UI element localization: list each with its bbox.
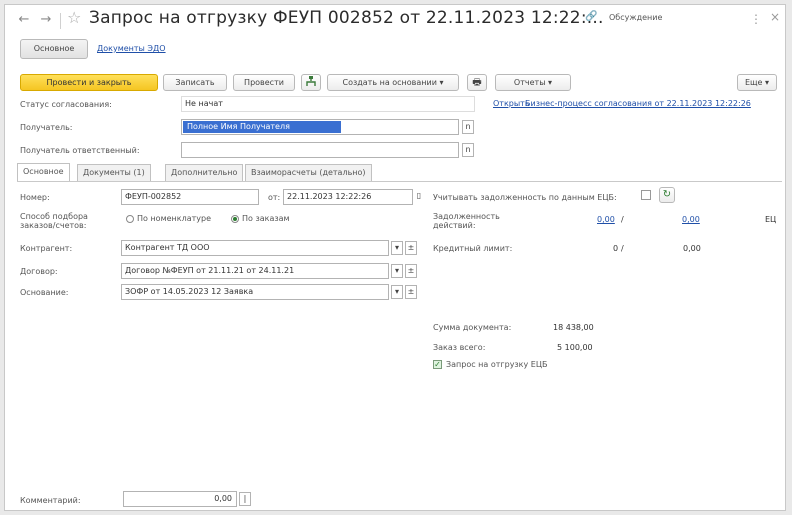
print-icon[interactable]: 🖶	[467, 74, 487, 91]
radio-by-nomenclature-label: По номенклатуре	[137, 214, 212, 223]
more-actions-button[interactable]: Еще ▾	[737, 74, 777, 91]
document-total-label: Сумма документа:	[433, 323, 512, 332]
basis-open-button[interactable]: ±	[405, 285, 417, 299]
arrow-right-icon: →	[40, 12, 52, 27]
create-based-on-button[interactable]: Создать на основании ▾	[327, 74, 459, 91]
radio-by-orders[interactable]	[231, 215, 239, 223]
tab-edo-documents[interactable]: Документы ЭДО	[97, 44, 166, 53]
status-value: Не начат	[181, 96, 475, 112]
link-icon[interactable]: 🔗	[585, 11, 597, 22]
contract-label: Договор:	[20, 267, 58, 276]
date-field[interactable]: 22.11.2023 12:22:26	[283, 189, 413, 205]
responsible-label: Получатель ответственный:	[20, 146, 140, 155]
radio-by-nomenclature[interactable]	[126, 215, 134, 223]
debt-label: Задолженность	[433, 212, 500, 221]
recipient-value: Полное Имя Получателя	[183, 121, 341, 133]
debt-label-2: действий:	[433, 221, 476, 230]
hierarchy-icon	[306, 76, 316, 86]
recipient-field[interactable]: Полное Имя Получателя	[181, 119, 459, 135]
approval-process-link[interactable]: Бизнес-процесс согласования от 22.11.202…	[525, 99, 780, 108]
request-checkbox[interactable]: ✓	[433, 360, 442, 369]
consider-debt-checkbox[interactable]	[641, 190, 651, 200]
contractor-open-button[interactable]: ±	[405, 241, 417, 255]
basis-field[interactable]: ЗОФР от 14.05.2023 12 Заявка	[121, 284, 389, 300]
credit-limit-value-1: 0	[613, 244, 619, 253]
tab-additional[interactable]: Дополнительно	[165, 164, 244, 181]
debt-value-2[interactable]: 0,00	[682, 215, 700, 224]
post-button[interactable]: Провести	[233, 74, 295, 91]
credit-limit-separator: /	[621, 244, 624, 253]
tab-settlements[interactable]: Взаиморасчеты (детально)	[245, 164, 372, 181]
tab-documents[interactable]: Документы (1)	[77, 164, 151, 181]
more-menu-icon[interactable]: ⋮	[750, 12, 762, 26]
method-label-2: заказов/счетов:	[20, 221, 87, 230]
contractor-field[interactable]: Контрагент ТД ООО	[121, 240, 389, 256]
credit-limit-value-2: 0,00	[683, 244, 701, 253]
close-icon[interactable]: ×	[770, 10, 780, 24]
arrow-left-icon: ←	[18, 12, 30, 27]
responsible-open-button[interactable]: n	[462, 143, 474, 157]
number-label: Номер:	[20, 193, 50, 202]
document-window: ← → ☆ Запрос на отгрузку ФЕУП 002852 от …	[4, 4, 786, 511]
debt-value-1[interactable]: 0,00	[597, 215, 615, 224]
save-button[interactable]: Записать	[163, 74, 227, 91]
contract-dropdown-button[interactable]: ▾	[391, 264, 403, 278]
order-total-label: Заказ всего:	[433, 343, 486, 352]
document-total-value: 18 438,00	[553, 323, 594, 332]
basis-label: Основание:	[20, 288, 69, 297]
consider-debt-label: Учитывать задолженность по данным ЕЦБ:	[433, 193, 617, 202]
request-checkbox-label: Запрос на отгрузку ЕЦБ	[446, 360, 548, 369]
tab-main-page[interactable]: Основное	[17, 163, 70, 181]
basis-dropdown-button[interactable]: ▾	[391, 285, 403, 299]
method-label: Способ подбора	[20, 212, 88, 221]
back-button[interactable]: ←	[13, 11, 35, 29]
refresh-icon[interactable]: ↻	[659, 187, 675, 203]
discussions-button[interactable]: Обсуждение	[609, 13, 662, 22]
status-label: Статус согласования:	[20, 100, 112, 109]
contract-open-button[interactable]: ±	[405, 264, 417, 278]
radio-by-orders-label: По заказам	[242, 214, 290, 223]
structure-button[interactable]	[301, 74, 321, 91]
comment-field[interactable]: 0,00	[123, 491, 237, 507]
contractor-label: Контрагент:	[20, 244, 73, 253]
reports-button[interactable]: Отчеты ▾	[495, 74, 571, 91]
number-field[interactable]: ФЕУП-002852	[121, 189, 259, 205]
comment-label: Комментарий:	[20, 496, 81, 505]
order-total-value: 5 100,00	[557, 343, 593, 352]
contractor-dropdown-button[interactable]: ▾	[391, 241, 403, 255]
contract-field[interactable]: Договор №ФЕУП от 21.11.21 от 24.11.21	[121, 263, 389, 279]
favorite-star-icon[interactable]: ☆	[67, 8, 81, 27]
tab-divider	[17, 181, 782, 182]
responsible-field[interactable]	[181, 142, 459, 158]
credit-limit-label: Кредитный лимит:	[433, 244, 513, 253]
calendar-icon[interactable]: ▯	[413, 190, 425, 204]
tabs-bar: Основное Документы (1) Дополнительно Вза…	[17, 163, 782, 181]
debt-separator: /	[621, 215, 624, 224]
comment-edit-button[interactable]: |	[239, 492, 251, 506]
debt-currency: ЕЦ	[765, 215, 777, 224]
date-separator: от:	[268, 193, 281, 202]
recipient-label: Получатель:	[20, 123, 73, 132]
recipient-open-button[interactable]: n	[462, 120, 474, 134]
page-title: Запрос на отгрузку ФЕУП 002852 от 22.11.…	[89, 8, 604, 28]
tab-main[interactable]: Основное	[20, 39, 88, 59]
forward-button[interactable]: →	[35, 11, 57, 29]
separator	[60, 13, 61, 29]
post-and-close-button[interactable]: Провести и закрыть	[20, 74, 158, 91]
